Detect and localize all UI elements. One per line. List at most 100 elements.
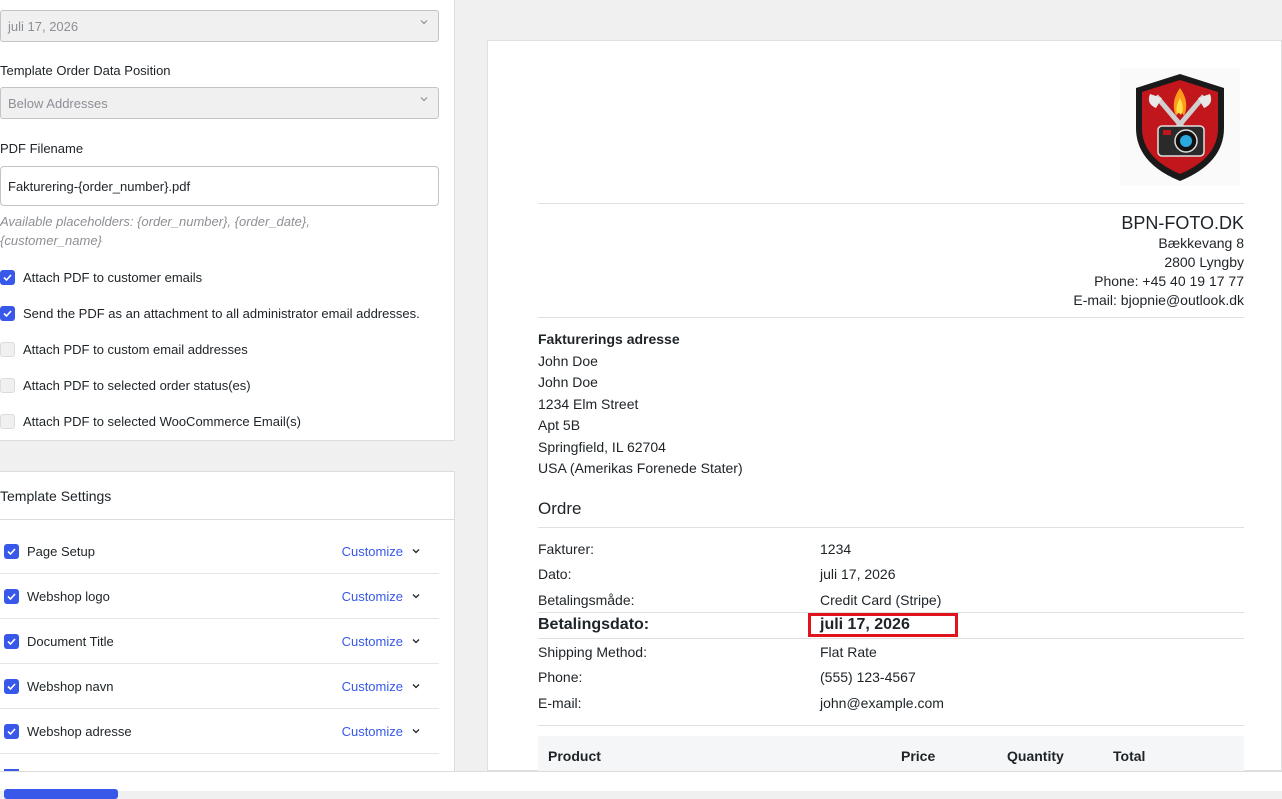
date-select-value: juli 17, 2026: [8, 19, 79, 34]
divider: [538, 725, 1244, 726]
template-settings-card: Template Settings Page Setup Customize W…: [0, 471, 455, 772]
order-row: Fakturer: 1234: [538, 541, 1244, 557]
chevron-down-icon[interactable]: [411, 636, 421, 646]
billing-line: John Doe: [538, 352, 598, 369]
column-header-product: Product: [548, 748, 601, 764]
template-item-webshop-navn[interactable]: Webshop navn Customize: [0, 664, 439, 709]
template-settings-title: Template Settings: [0, 488, 112, 504]
shop-email: E-mail: bjopnie@outlook.dk: [1073, 292, 1244, 308]
checkbox-label: Attach PDF to selected WooCommerce Email…: [23, 414, 301, 429]
bottom-action-bar: [0, 771, 1282, 799]
pdf-filename-label: PDF Filename: [0, 141, 84, 156]
checkbox-label: Send the PDF as an attachment to all adm…: [23, 306, 420, 321]
highlight-box: [808, 613, 958, 637]
order-row: Shipping Method: Flat Rate: [538, 644, 1244, 660]
divider: [538, 527, 1244, 528]
billing-line: 1234 Elm Street: [538, 395, 639, 412]
attach-admin-emails-checkbox[interactable]: Send the PDF as an attachment to all adm…: [0, 306, 420, 321]
divider: [538, 317, 1244, 318]
billing-line: Springfield, IL 62704: [538, 438, 666, 455]
checkbox-label: Attach PDF to selected order status(es): [23, 378, 251, 393]
column-header-quantity: Quantity: [1007, 748, 1064, 764]
attach-customer-emails-checkbox[interactable]: Attach PDF to customer emails: [0, 270, 202, 285]
order-row-value: (555) 123-4567: [820, 669, 916, 685]
date-select[interactable]: juli 17, 2026: [0, 10, 439, 42]
template-item-webshop-logo[interactable]: Webshop logo Customize: [0, 574, 439, 619]
checkbox-label: Attach PDF to customer emails: [23, 270, 203, 285]
order-data-position-select[interactable]: Below Addresses: [0, 87, 439, 119]
order-row-key: Betalingsdato:: [538, 616, 650, 633]
customize-link[interactable]: Customize: [342, 589, 403, 604]
chevron-down-icon: [420, 97, 428, 102]
order-row-value: john@example.com: [820, 695, 944, 711]
products-table-header: Product Price Quantity Total: [538, 736, 1244, 771]
shop-name: BPN-FOTO.DK: [1121, 213, 1244, 233]
attach-woocommerce-emails-checkbox[interactable]: Attach PDF to selected WooCommerce Email…: [0, 414, 301, 429]
customize-link[interactable]: Customize: [342, 634, 403, 649]
shop-phone: Phone: +45 40 19 17 77: [1094, 273, 1244, 289]
shop-city: 2800 Lyngby: [1164, 254, 1244, 270]
template-item-page-setup[interactable]: Page Setup Customize: [0, 529, 439, 574]
shop-address-block: BPN-FOTO.DK Bækkevang 8 2800 Lyngby Phon…: [1073, 212, 1244, 310]
order-row-value: juli 17, 2026: [820, 566, 896, 582]
order-row-value: 1234: [820, 541, 852, 557]
billing-line: Apt 5B: [538, 417, 581, 433]
attach-order-status-checkbox[interactable]: Attach PDF to selected order status(es): [0, 378, 251, 393]
billing-address-block: Fakturerings adresse John Doe John Doe 1…: [538, 329, 743, 480]
divider: [538, 638, 1244, 639]
checkbox-checked-icon[interactable]: [4, 723, 19, 739]
pdf-filename-input[interactable]: Fakturering-{order_number}.pdf: [0, 166, 439, 206]
shop-street: Bækkevang 8: [1158, 235, 1244, 251]
template-item-label: Webshop navn: [27, 678, 114, 694]
order-data-position-label: Template Order Data Position: [0, 63, 171, 78]
chevron-down-icon[interactable]: [411, 726, 421, 736]
order-row-value: Flat Rate: [820, 644, 877, 660]
shield-camera-logo-icon: [1136, 74, 1224, 181]
general-settings-card: juli 17, 2026 Template Order Data Positi…: [0, 0, 455, 441]
order-row-key: Shipping Method:: [538, 644, 647, 660]
template-item-label: Document Title: [27, 633, 114, 649]
checkbox-unchecked-icon[interactable]: [0, 378, 15, 393]
template-item-webshop-adresse[interactable]: Webshop adresse Customize: [0, 709, 439, 754]
template-item-document-title[interactable]: Document Title Customize: [0, 619, 439, 664]
customize-link[interactable]: Customize: [342, 544, 403, 559]
divider: [0, 519, 455, 520]
checkbox-checked-icon[interactable]: [0, 270, 15, 285]
chevron-down-icon: [420, 20, 428, 25]
order-row: Betalingsmåde: Credit Card (Stripe): [538, 592, 1244, 608]
customize-link[interactable]: Customize: [342, 679, 403, 694]
chevron-down-icon[interactable]: [411, 546, 421, 556]
checkbox-unchecked-icon[interactable]: [0, 414, 15, 429]
checkbox-checked-icon[interactable]: [4, 633, 19, 649]
placeholders-hint: Available placeholders: {order_number}, …: [0, 214, 310, 248]
settings-panel: juli 17, 2026 Template Order Data Positi…: [0, 0, 455, 791]
order-row-value: Credit Card (Stripe): [820, 592, 942, 608]
billing-line: John Doe: [538, 374, 598, 390]
divider: [538, 203, 1244, 204]
billing-title: Fakturerings adresse: [538, 331, 680, 347]
checkbox-checked-icon[interactable]: [0, 306, 15, 321]
checkbox-checked-icon[interactable]: [4, 543, 19, 559]
column-header-price: Price: [901, 748, 936, 764]
checkbox-label: Attach PDF to custom email addresses: [23, 342, 248, 357]
template-item-label: Page Setup: [27, 543, 95, 559]
checkbox-checked-icon[interactable]: [4, 678, 19, 694]
order-row-key: Phone:: [538, 669, 583, 685]
order-row: Phone: (555) 123-4567: [538, 669, 1244, 685]
chevron-down-icon[interactable]: [411, 591, 421, 601]
template-item-label: Webshop logo: [27, 588, 110, 604]
order-data-position-value: Below Addresses: [8, 96, 108, 111]
order-section-title: Ordre: [538, 499, 582, 518]
billing-line: USA (Amerikas Forenede Stater): [538, 460, 743, 476]
order-row: Dato: juli 17, 2026: [538, 566, 1244, 582]
order-row: E-mail: john@example.com: [538, 695, 1244, 711]
checkbox-unchecked-icon[interactable]: [0, 342, 15, 357]
order-row-key: Betalingsmåde:: [538, 592, 635, 608]
attach-custom-emails-checkbox[interactable]: Attach PDF to custom email addresses: [0, 342, 248, 357]
customize-link[interactable]: Customize: [342, 724, 403, 739]
chevron-down-icon[interactable]: [411, 681, 421, 691]
order-row-key: Dato:: [538, 566, 572, 582]
template-item-label: Webshop adresse: [27, 723, 132, 739]
checkbox-checked-icon[interactable]: [4, 588, 19, 604]
order-row-key: E-mail:: [538, 695, 582, 711]
